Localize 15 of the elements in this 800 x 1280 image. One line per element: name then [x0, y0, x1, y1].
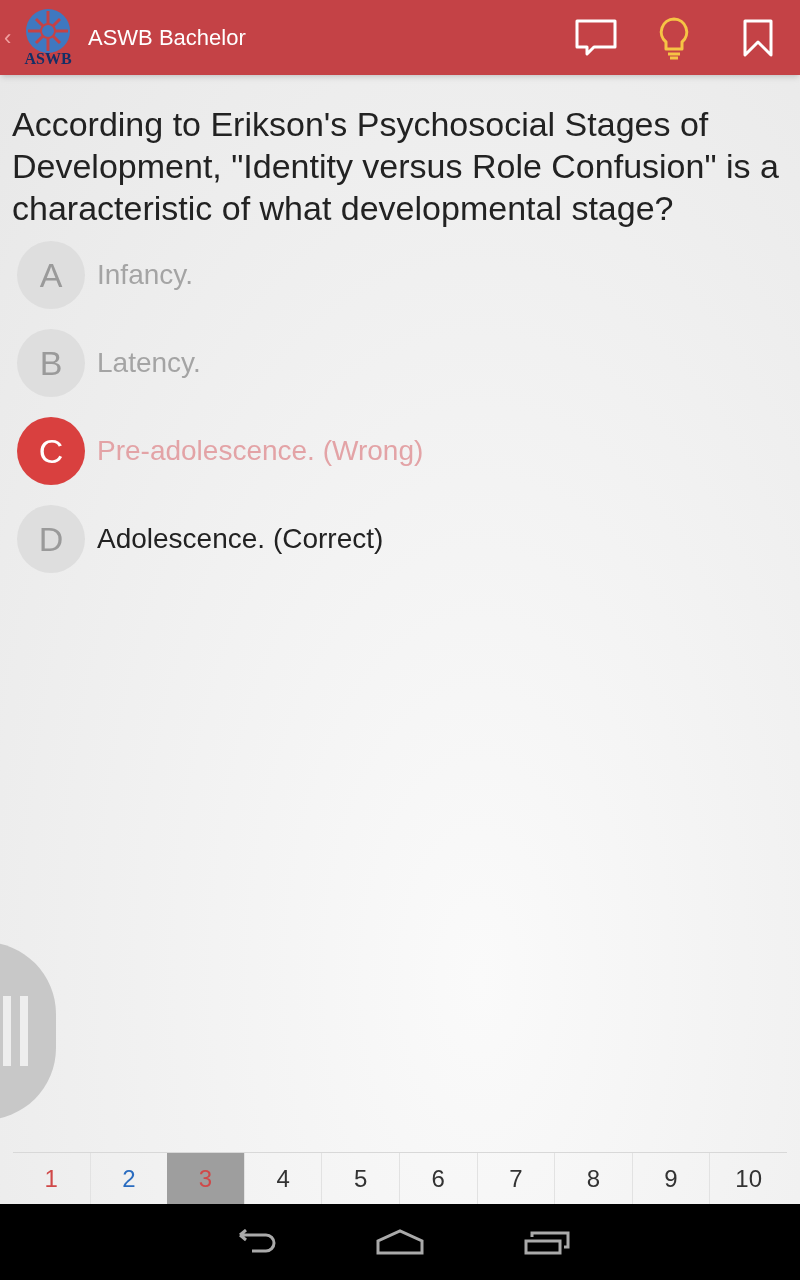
question-text: According to Erikson's Psychosocial Stages of Development, "Identity versus Role Confusion" is a characteristic of what developmental stage?: [11, 104, 780, 229]
home-icon[interactable]: [376, 1229, 424, 1255]
page-tab[interactable]: 1: [13, 1153, 90, 1204]
recent-apps-icon[interactable]: [524, 1229, 570, 1255]
option-text[interactable]: Adolescence. (Correct): [97, 518, 384, 560]
logo-icon: [24, 6, 72, 55]
comment-icon[interactable]: [574, 17, 618, 58]
logo-text: ASWB: [24, 50, 72, 67]
option-letter[interactable]: C: [17, 417, 85, 485]
app-logo[interactable]: ASWB: [16, 2, 80, 73]
pause-icon: [3, 996, 28, 1066]
bookmark-icon[interactable]: [742, 17, 774, 58]
app-title: ASWB Bachelor: [88, 24, 246, 52]
back-icon[interactable]: ‹: [4, 21, 16, 54]
lightbulb-icon[interactable]: [658, 15, 690, 60]
